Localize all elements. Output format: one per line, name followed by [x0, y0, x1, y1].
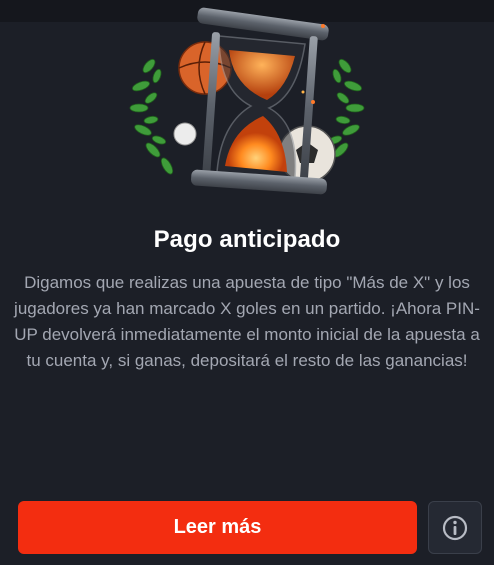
promo-description: Digamos que realizas una apuesta de tipo…: [14, 273, 480, 370]
info-button[interactable]: [428, 501, 482, 554]
hourglass-icon: [129, 7, 365, 195]
read-more-button[interactable]: Leer más: [18, 501, 417, 554]
page-title: Pago anticipado: [153, 226, 341, 253]
laurel-left: [129, 58, 174, 175]
baseball-icon: [173, 122, 197, 146]
info-icon: [442, 515, 468, 540]
